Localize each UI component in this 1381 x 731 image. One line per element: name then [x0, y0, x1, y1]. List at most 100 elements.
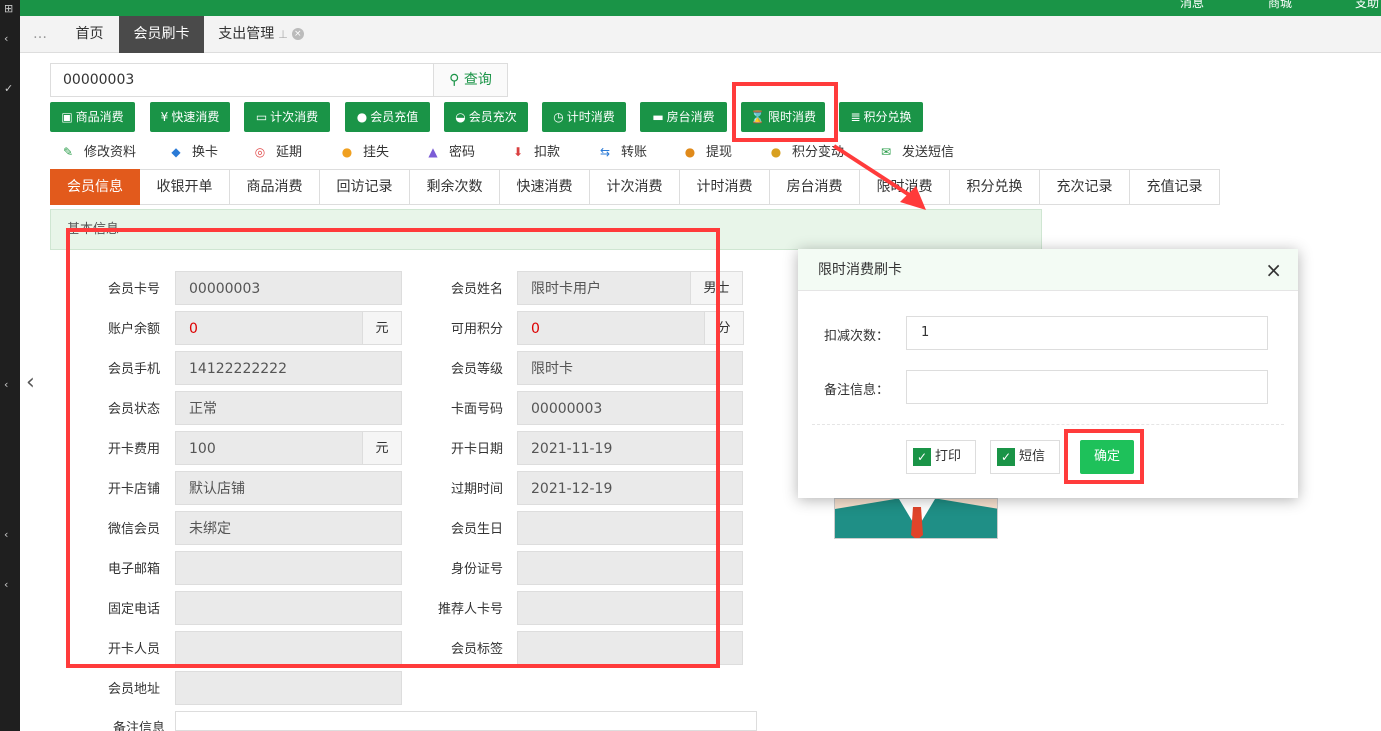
dialog-title: 限时消费刷卡: [818, 262, 902, 278]
search-button-label: 查询: [463, 72, 492, 88]
link-edit-profile[interactable]: ✎ 修改资料: [60, 141, 136, 160]
clock-icon: ◷: [553, 110, 564, 124]
link-extend[interactable]: ◎ 延期: [252, 141, 302, 160]
pencil-icon: ✎: [62, 145, 74, 159]
link-label: 修改资料: [84, 145, 137, 160]
tab-cashier-order[interactable]: 收银开单: [140, 169, 230, 205]
chevron-left-icon[interactable]: ‹: [4, 378, 8, 391]
close-icon[interactable]: ×: [1265, 249, 1282, 291]
tab-expense-management[interactable]: 支出管理 ⊥ ×: [206, 16, 316, 53]
card-icon: ▭: [255, 110, 268, 124]
member-recharge-count-button[interactable]: ◒ 会员充次: [444, 102, 528, 132]
room-consume-button[interactable]: ▬ 房台消费: [640, 102, 727, 132]
database-icon: ≣: [850, 110, 861, 124]
link-password[interactable]: ▲ 密码: [425, 141, 475, 160]
member-recharge-button[interactable]: ● 会员充值: [345, 102, 430, 132]
tab-recharge-records[interactable]: 充值记录: [1130, 169, 1220, 205]
card-search-input[interactable]: 00000003: [50, 63, 434, 97]
link-label: 提现: [706, 145, 733, 160]
link-transfer[interactable]: ⇆ 转账: [597, 141, 647, 160]
label-remark: 备注信息: [112, 721, 165, 731]
link-deduct[interactable]: ⬇ 扣款: [510, 141, 560, 160]
label-address: 会员地址: [107, 682, 160, 697]
link-label: 密码: [449, 145, 476, 160]
lock-icon: ▲: [428, 145, 438, 159]
page-tab-bar: … 首页 会员刷卡 支出管理 ⊥ ×: [20, 16, 1381, 53]
timed-consume-button[interactable]: ◷ 计时消费: [542, 102, 626, 132]
tab-points-exchange[interactable]: 积分兑换: [950, 169, 1040, 205]
divider: [812, 424, 1284, 425]
money-icon: ●: [684, 145, 696, 159]
close-icon[interactable]: ×: [291, 28, 304, 40]
tab-remaining-count[interactable]: 剩余次数: [410, 169, 500, 205]
tab-home[interactable]: 首页: [62, 16, 117, 53]
link-label: 转账: [621, 145, 648, 160]
field-address: [175, 671, 402, 705]
print-checkbox[interactable]: ✓ 打印: [906, 440, 976, 474]
topbar-messages[interactable]: 消息: [1180, 0, 1204, 11]
button-label: 快速消费: [171, 110, 220, 124]
tab-visit-records[interactable]: 回访记录: [320, 169, 410, 205]
link-label: 扣款: [534, 145, 561, 160]
tab-timed-consume[interactable]: 计时消费: [680, 169, 770, 205]
link-withdraw[interactable]: ● 提现: [682, 141, 732, 160]
link-report-loss[interactable]: ● 挂失: [339, 141, 389, 160]
button-label: 会员充值: [370, 110, 419, 124]
tab-recharge-count-records[interactable]: 充次记录: [1040, 169, 1130, 205]
button-label: 计时消费: [566, 110, 615, 124]
highlight-box: [732, 82, 838, 142]
quick-consume-button[interactable]: ¥ 快速消费: [150, 102, 230, 132]
count-consume-button[interactable]: ▭ 计次消费: [244, 102, 330, 132]
tab-member-info[interactable]: 会员信息: [50, 169, 140, 205]
search-button[interactable]: ⚲ 查询: [433, 63, 508, 97]
cup-icon: ◒: [455, 110, 466, 124]
chevron-left-icon[interactable]: ‹: [4, 578, 8, 591]
bag-icon: ▣: [61, 110, 73, 124]
button-label: 会员充次: [468, 110, 517, 124]
check-icon: ✓: [4, 82, 14, 95]
arrow-down-icon: ⬇: [512, 145, 524, 159]
link-change-card[interactable]: ◆ 换卡: [168, 141, 218, 160]
product-consume-button[interactable]: ▣ 商品消费: [50, 102, 135, 132]
annotation-arrow: [832, 144, 926, 210]
warning-icon: ●: [341, 145, 353, 159]
check-icon: ✓: [997, 447, 1015, 466]
sms-label: 短信: [1019, 449, 1046, 464]
link-label: 延期: [276, 145, 303, 160]
tab-member-swipe[interactable]: 会员刷卡: [119, 16, 204, 53]
chevron-left-icon[interactable]: ‹: [4, 32, 8, 45]
field-remark: [175, 711, 757, 731]
deduct-count-input[interactable]: 1: [906, 316, 1268, 350]
tab-scroll-handle[interactable]: …: [20, 16, 60, 53]
chevron-left-icon[interactable]: ‹: [4, 528, 8, 541]
tab-label: 支出管理: [218, 26, 275, 42]
time-limited-swipe-dialog: 限时消费刷卡 × 扣减次数： 1 备注信息： ✓ 打印 ✓ 短信 确定: [798, 249, 1298, 498]
target-icon: ◎: [254, 145, 266, 159]
button-label: 计次消费: [270, 110, 319, 124]
pin-icon[interactable]: ⊥: [278, 28, 288, 41]
sms-checkbox[interactable]: ✓ 短信: [990, 440, 1060, 474]
top-bar: 消息 商城 支助: [20, 0, 1381, 16]
dialog-header: 限时消费刷卡 ×: [798, 249, 1298, 291]
button-label: 商品消费: [75, 110, 124, 124]
transfer-icon: ⇆: [599, 145, 611, 159]
left-strip: ⊞ ‹ ✓ ‹ ‹ ‹: [0, 0, 20, 731]
tab-count-consume[interactable]: 计次消费: [590, 169, 680, 205]
topbar-help[interactable]: 支助: [1355, 0, 1379, 11]
remark-input[interactable]: [906, 370, 1268, 404]
check-icon: ✓: [913, 447, 931, 466]
member-avatar: [834, 498, 998, 539]
tag-icon: ◆: [171, 145, 181, 159]
deduct-count-label: 扣减次数：: [824, 329, 890, 344]
chevron-left-icon[interactable]: ‹: [26, 370, 35, 395]
print-label: 打印: [935, 449, 962, 464]
points-exchange-button[interactable]: ≣ 积分兑换: [839, 102, 923, 132]
tab-quick-consume[interactable]: 快速消费: [500, 169, 590, 205]
topbar-mall[interactable]: 商城: [1268, 0, 1292, 11]
link-label: 挂失: [363, 145, 390, 160]
highlight-box: [66, 228, 720, 668]
search-icon: ⚲: [449, 72, 464, 88]
bed-icon: ▬: [652, 110, 664, 124]
button-label: 积分兑换: [863, 110, 912, 124]
tab-product-consume[interactable]: 商品消费: [230, 169, 320, 205]
